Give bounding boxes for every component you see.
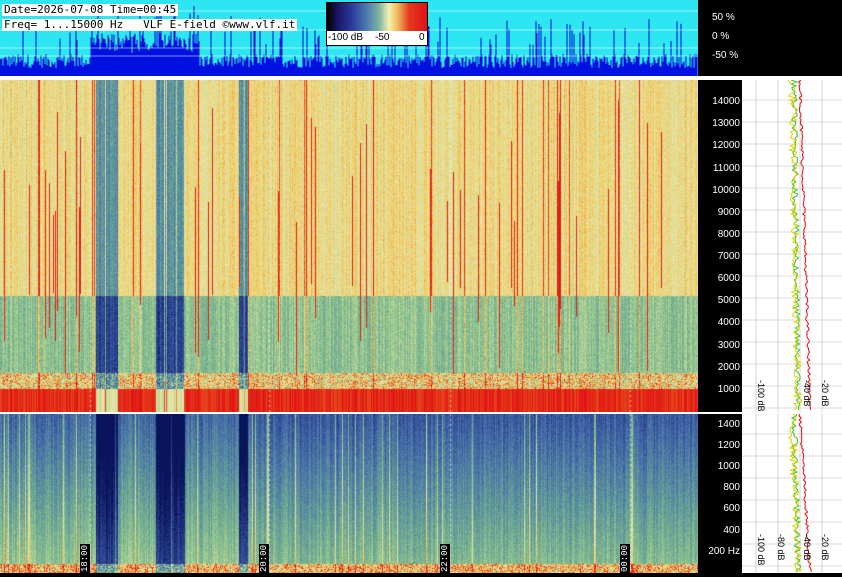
spectrogram-upper-canvas bbox=[0, 80, 698, 412]
time-label-2000: 20:00 bbox=[259, 544, 269, 574]
level-profile-upper: -100 dB -40 dB -20 dB bbox=[742, 79, 842, 412]
scale-label-mid: -50 bbox=[375, 32, 390, 43]
profile-db-label: -40 dB bbox=[802, 534, 812, 561]
freq-upper-tick: 2000 bbox=[717, 361, 740, 373]
time-label-1800: 18:00 bbox=[80, 544, 90, 574]
freq-header: Freq= 1...15000 Hz VLF E-field ©www.vlf.… bbox=[2, 18, 298, 31]
freq-upper-tick: 14000 bbox=[712, 96, 740, 108]
freq-upper-tick: 9000 bbox=[717, 206, 740, 218]
freq-lower-tick: 1200 bbox=[717, 439, 740, 451]
profile-db-label: -100 dB bbox=[756, 534, 766, 566]
freq-lower-tick: 800 bbox=[723, 482, 740, 494]
profile-yellow-trace bbox=[787, 79, 803, 411]
level-profile-upper-plot: -100 dB -40 dB -20 dB bbox=[742, 79, 842, 412]
profile-db-label: -40 dB bbox=[802, 380, 812, 407]
freq-upper-tick: 3000 bbox=[717, 339, 740, 351]
level-profile-lower-plot: -100 dB -80 dB -40 dB -20 dB bbox=[742, 413, 842, 573]
freq-upper-tick: 8000 bbox=[717, 228, 740, 240]
freq-lower-tick: 400 bbox=[723, 524, 740, 536]
freq-lower-tick: 600 bbox=[723, 503, 740, 515]
freq-lower-tick: 1000 bbox=[717, 461, 740, 472]
time-label-2200: 22:00 bbox=[440, 544, 450, 574]
amp-tick-minus50: -50 % bbox=[712, 50, 739, 61]
freq-axis-lower: 1400 1200 1000 800 600 400 200 Hz bbox=[698, 414, 742, 573]
spectrogram-upper bbox=[0, 80, 698, 412]
scale-label-min: -100 dB bbox=[328, 32, 364, 43]
amp-tick-50: 50 % bbox=[712, 12, 735, 23]
freq-upper-tick: 13000 bbox=[712, 118, 740, 130]
time-label-0000: 00:00 bbox=[620, 544, 630, 574]
level-profile-lower: -100 dB -80 dB -40 dB -20 dB bbox=[742, 413, 842, 573]
spectrogram-lower-canvas bbox=[0, 414, 698, 573]
freq-lower-tick: 1400 bbox=[717, 418, 740, 430]
amplitude-axis: 50 % 0 % -50 % bbox=[698, 0, 842, 76]
profile-red-trace bbox=[797, 79, 812, 410]
profile-db-label: -20 dB bbox=[820, 534, 830, 561]
freq-upper-tick: 4000 bbox=[717, 317, 740, 329]
freq-upper-tick: 1000 bbox=[717, 383, 740, 395]
date-time-header: Date=2026-07-08 Time=00:45 bbox=[2, 3, 179, 16]
profile-db-label: -80 dB bbox=[776, 534, 786, 561]
freq-upper-tick: 11000 bbox=[712, 162, 740, 174]
profile-db-label: -20 dB bbox=[820, 380, 830, 407]
profile-db-label: -100 dB bbox=[756, 380, 766, 412]
color-scale: -100 dB -50 0 bbox=[326, 2, 428, 46]
color-scale-bar bbox=[327, 3, 427, 31]
freq-upper-tick: 6000 bbox=[717, 273, 740, 285]
freq-upper-tick: 12000 bbox=[712, 140, 740, 152]
freq-lower-tick: 200 Hz bbox=[708, 545, 740, 557]
freq-upper-tick: 5000 bbox=[717, 295, 740, 307]
freq-axis-upper: 14000 13000 12000 11000 10000 9000 8000 7000 600… bbox=[698, 80, 742, 412]
freq-upper-tick: 7000 bbox=[717, 251, 740, 263]
spectrogram-lower bbox=[0, 414, 698, 573]
scale-label-max: 0 bbox=[419, 32, 425, 43]
freq-upper-tick: 10000 bbox=[712, 184, 740, 196]
amp-tick-0: 0 % bbox=[712, 31, 730, 42]
